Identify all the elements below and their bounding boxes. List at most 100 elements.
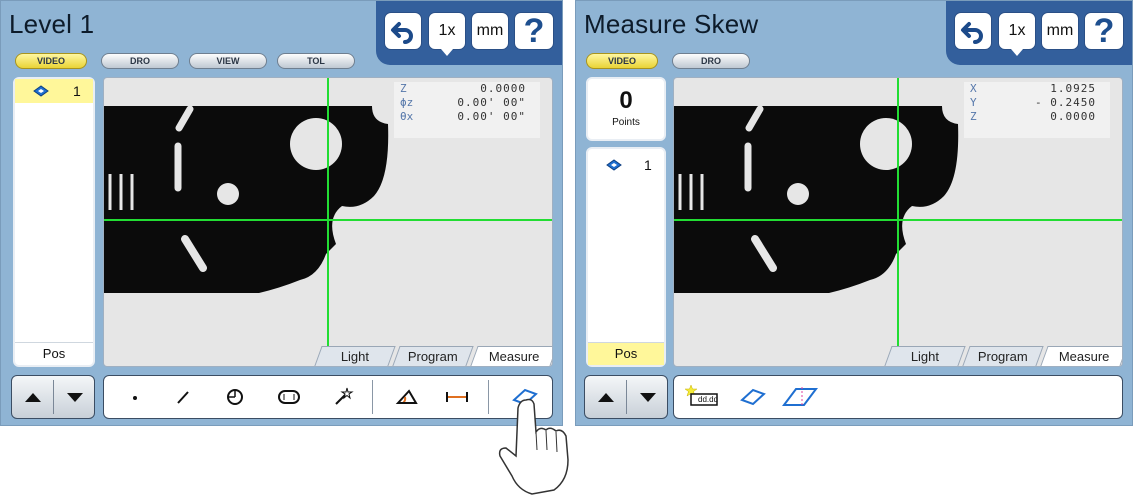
feature-list: 1 Pos: [586, 147, 666, 367]
readout-value: - 0.2450: [1035, 96, 1096, 109]
help-label: ?: [1093, 11, 1115, 50]
readout-value: 0.00' 00": [457, 96, 526, 109]
points-count: 0: [619, 87, 633, 114]
arrow-down-icon: [639, 392, 656, 402]
pos-label[interactable]: Pos: [588, 342, 664, 365]
autofeature-button[interactable]: [324, 376, 362, 418]
tab-light[interactable]: Light: [314, 346, 396, 366]
scroll-down-button[interactable]: [54, 376, 95, 418]
tab-light[interactable]: Light: [884, 346, 966, 366]
mode-button-dro[interactable]: DRO: [672, 53, 750, 69]
skew-parallelogram-icon: [782, 387, 818, 407]
top-right-buttons: 1x mm ?: [946, 1, 1132, 65]
mode-label: DRO: [701, 56, 721, 66]
mode-label: VIDEO: [607, 56, 636, 66]
help-button[interactable]: ?: [1084, 12, 1124, 50]
readout-row: X 1.0925: [964, 82, 1110, 96]
point-tool-button[interactable]: [116, 376, 154, 418]
arrow-down-icon: [66, 392, 83, 402]
readout-label: Y: [970, 96, 977, 109]
magnification-button[interactable]: 1x: [998, 12, 1036, 56]
video-view[interactable]: Z 0.0000 ϕz 0.00' 00" θx 0.00' 00" Light Pr…: [103, 77, 553, 367]
angle-tool-button[interactable]: [388, 376, 426, 418]
skew-tool-button[interactable]: [734, 376, 772, 418]
undo-icon: [961, 22, 983, 44]
angle-tool-icon: [395, 389, 418, 404]
mode-label: TOL: [307, 56, 325, 66]
skew-tool-icon: [740, 388, 766, 406]
magnification-button[interactable]: 1x: [428, 12, 466, 56]
mode-button-tol[interactable]: TOL: [277, 53, 355, 69]
tab-label: Program: [977, 349, 1028, 364]
tab-measure[interactable]: Measure: [1040, 346, 1122, 366]
tab-label: Measure: [488, 349, 540, 364]
top-right-buttons: 1x mm ?: [376, 1, 562, 65]
skew-toolbar: dd.dd: [673, 375, 1123, 419]
tab-label: Program: [407, 349, 458, 364]
new-reference-button[interactable]: dd.dd: [682, 376, 722, 418]
point-tool-icon: [133, 396, 137, 400]
tab-program[interactable]: Program: [392, 346, 474, 366]
points-label: Points: [612, 117, 640, 128]
slot-tool-button[interactable]: [270, 376, 308, 418]
readout-label: θx: [400, 110, 414, 123]
right-screen: Measure Skew 1x mm ? VIDEO DRO 0 Points …: [575, 0, 1133, 426]
mode-button-video[interactable]: VIDEO: [15, 53, 87, 69]
line-tool-icon: [177, 391, 189, 404]
pos-label[interactable]: Pos: [15, 342, 93, 365]
scroll-up-button[interactable]: [585, 376, 626, 418]
undo-button[interactable]: [384, 12, 422, 50]
mode-label: VIEW: [216, 56, 240, 66]
units-button[interactable]: mm: [471, 12, 509, 50]
magnification-label: 1x: [1008, 22, 1026, 39]
mode-label: DRO: [130, 56, 150, 66]
arrow-up-icon: [24, 392, 41, 402]
readout-row: ϕz 0.00' 00": [394, 96, 540, 110]
mode-button-video[interactable]: VIDEO: [586, 53, 658, 69]
help-button[interactable]: ?: [514, 12, 554, 50]
scroll-arrows: [11, 375, 95, 419]
feature-number: 1: [73, 83, 81, 99]
readout-label: Z: [400, 82, 407, 95]
readout-row: Y - 0.2450: [964, 96, 1110, 110]
feature-list-item[interactable]: 1: [588, 153, 664, 177]
left-screen: Level 1 1x mm ? VIDEO DRO VIEW TOL 1 Pos: [0, 0, 563, 426]
units-label: mm: [476, 22, 504, 39]
line-tool-button[interactable]: [164, 376, 202, 418]
readout-value: 0.0000: [480, 82, 526, 95]
skew-diamond-icon: [33, 85, 49, 97]
slot-tool-icon: [278, 390, 300, 404]
circle-tool-icon: [227, 389, 243, 405]
readout-label: X: [970, 82, 977, 95]
mode-label: VIDEO: [36, 56, 65, 66]
readout-label: ϕz: [400, 96, 414, 109]
undo-button[interactable]: [954, 12, 992, 50]
tab-label: Measure: [1058, 349, 1110, 364]
feature-list-item[interactable]: 1: [15, 79, 93, 103]
points-counter: 0 Points: [586, 77, 666, 141]
readout-row: Z 0.0000: [394, 82, 540, 96]
screen-title: Level 1: [9, 9, 95, 39]
tab-measure[interactable]: Measure: [470, 346, 552, 366]
video-view[interactable]: X 1.0925 Y- 0.2450 Z 0.0000 Light Program …: [673, 77, 1123, 367]
readout-value: 1.0925: [1050, 82, 1096, 95]
magnification-label: 1x: [438, 22, 456, 39]
mode-button-view[interactable]: VIEW: [189, 53, 267, 69]
feature-list: 1 Pos: [13, 77, 95, 367]
scroll-down-button[interactable]: [627, 376, 668, 418]
distance-tool-button[interactable]: [438, 376, 476, 418]
circle-tool-button[interactable]: [216, 376, 254, 418]
hand-pointer-icon: [498, 398, 569, 495]
tab-label: Light: [910, 349, 939, 364]
arrow-up-icon: [597, 392, 614, 402]
feature-number: 1: [644, 157, 652, 173]
screen-title: Measure Skew: [584, 9, 759, 39]
units-button[interactable]: mm: [1041, 12, 1079, 50]
reference-text: dd.dd: [698, 395, 719, 404]
skew-diamond-icon: [606, 159, 622, 171]
distance-tool-icon: [446, 392, 468, 402]
scroll-up-button[interactable]: [12, 376, 53, 418]
tab-program[interactable]: Program: [962, 346, 1044, 366]
mode-button-dro[interactable]: DRO: [101, 53, 179, 69]
skew-parallelogram-button[interactable]: [780, 376, 820, 418]
